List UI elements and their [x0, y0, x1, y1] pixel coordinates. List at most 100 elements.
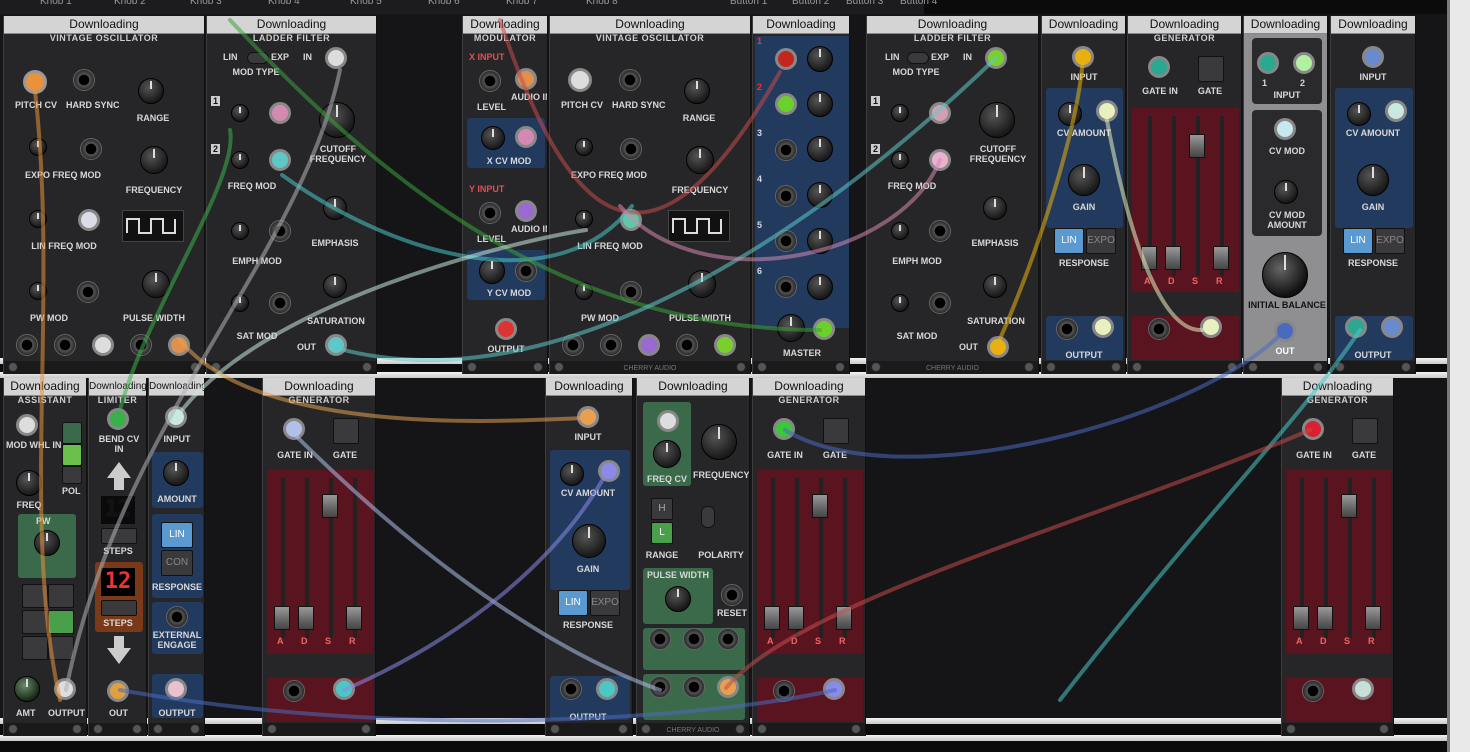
- hard-sync-jack[interactable]: [73, 69, 95, 91]
- sine-out-jack[interactable]: [676, 334, 698, 356]
- lin-fm-knob[interactable]: [575, 210, 593, 228]
- sat-mod-jack[interactable]: [929, 292, 951, 314]
- amount-knob[interactable]: [163, 460, 189, 486]
- pulse-width-knob[interactable]: [665, 586, 691, 612]
- limiter-out-jack[interactable]: [107, 680, 129, 702]
- crossfader-out-jack[interactable]: [1274, 320, 1296, 342]
- pol-button-1[interactable]: [62, 422, 82, 444]
- cutoff-knob[interactable]: [979, 102, 1015, 138]
- external-engage-jack[interactable]: [166, 606, 188, 628]
- expo-button[interactable]: EXPO: [1375, 228, 1405, 254]
- filter-out-jack[interactable]: [325, 334, 347, 356]
- pol-button-3[interactable]: [62, 466, 82, 484]
- pulse-width-knob[interactable]: [142, 270, 170, 298]
- wave-button-sh[interactable]: [48, 584, 74, 608]
- vca-input-jack[interactable]: [577, 406, 599, 428]
- attack-slider[interactable]: [764, 606, 780, 630]
- gate-button[interactable]: [1198, 56, 1224, 82]
- pitch-cv-jack[interactable]: [23, 70, 47, 94]
- ch1-level-knob[interactable]: [807, 46, 833, 72]
- frequency-knob[interactable]: [140, 146, 168, 174]
- audio-in-jack[interactable]: [985, 47, 1007, 69]
- toolbar-item[interactable]: Button 2: [792, 0, 829, 7]
- toolbar-item[interactable]: Knob 1: [40, 0, 72, 7]
- toolbar-item[interactable]: Knob 8: [586, 0, 618, 7]
- toolbar-item[interactable]: Knob 7: [506, 0, 538, 7]
- lin-fm-knob[interactable]: [29, 210, 47, 228]
- toolbar-item[interactable]: Knob 6: [428, 0, 460, 7]
- lfo-output-jack[interactable]: [54, 678, 76, 700]
- fm2-knob[interactable]: [891, 151, 909, 169]
- ch6-input-jack[interactable]: [775, 276, 797, 298]
- vca-input-jack[interactable]: [1362, 46, 1384, 68]
- emphasis-knob[interactable]: [323, 196, 347, 220]
- gate-in-jack[interactable]: [773, 418, 795, 440]
- fm1-jack[interactable]: [269, 102, 291, 124]
- freq-cv-knob[interactable]: [653, 440, 681, 468]
- gain-knob[interactable]: [572, 524, 606, 558]
- sustain-slider[interactable]: [1341, 494, 1357, 518]
- toolbar-item[interactable]: Button 1: [730, 0, 767, 7]
- gate-in-jack[interactable]: [1148, 56, 1170, 78]
- ch4-input-jack[interactable]: [775, 185, 797, 207]
- reset-jack[interactable]: [721, 584, 743, 606]
- square-out-jack[interactable]: [649, 628, 671, 650]
- freq-knob[interactable]: [16, 470, 42, 496]
- pw-mod-knob[interactable]: [29, 282, 47, 300]
- x-audio-in-jack[interactable]: [515, 68, 537, 90]
- range-high-button[interactable]: H: [651, 498, 673, 520]
- ch3-level-knob[interactable]: [807, 136, 833, 162]
- saw-out-jack[interactable]: [562, 334, 584, 356]
- emph-mod-jack[interactable]: [269, 220, 291, 242]
- toolbar-item[interactable]: Knob 3: [190, 0, 222, 7]
- cutoff-knob[interactable]: [319, 102, 355, 138]
- range-knob[interactable]: [684, 78, 710, 104]
- mod-whl-in-jack[interactable]: [16, 414, 38, 436]
- gate-button[interactable]: [333, 418, 359, 444]
- attack-slider[interactable]: [1293, 606, 1309, 630]
- ch5-input-jack[interactable]: [775, 230, 797, 252]
- bend-cv-in-jack[interactable]: [107, 408, 129, 430]
- lin-button[interactable]: LIN: [558, 590, 588, 616]
- initial-balance-knob[interactable]: [1262, 252, 1308, 298]
- input-2-jack[interactable]: [1293, 52, 1315, 74]
- env-inv-out-jack[interactable]: [1302, 680, 1324, 702]
- ramp-out-jack[interactable]: [683, 676, 705, 698]
- decay-slider[interactable]: [1165, 246, 1181, 270]
- pulse-width-knob[interactable]: [688, 270, 716, 298]
- mod-type-switch[interactable]: [907, 52, 929, 64]
- master-out-jack[interactable]: [813, 318, 835, 340]
- polarity-switch[interactable]: [701, 506, 715, 528]
- output-plus-jack[interactable]: [596, 678, 618, 700]
- env-inv-out-jack[interactable]: [283, 680, 305, 702]
- gate-button[interactable]: [1352, 418, 1378, 444]
- toolbar-item[interactable]: Knob 4: [268, 0, 300, 7]
- fm1-knob[interactable]: [891, 104, 909, 122]
- pulse-out-jack[interactable]: [92, 334, 114, 356]
- saturation-knob[interactable]: [323, 274, 347, 298]
- frequency-knob[interactable]: [686, 146, 714, 174]
- attack-slider[interactable]: [274, 606, 290, 630]
- x-cv-jack[interactable]: [515, 126, 537, 148]
- expo-button[interactable]: EXPO: [590, 590, 620, 616]
- tri-out-jack[interactable]: [717, 676, 739, 698]
- emph-mod-jack[interactable]: [929, 220, 951, 242]
- wave-button-saw[interactable]: [22, 636, 48, 660]
- lin-button[interactable]: LIN: [1054, 228, 1084, 254]
- cv-jack[interactable]: [1096, 100, 1118, 122]
- hard-sync-jack[interactable]: [619, 69, 641, 91]
- wave-button-ramp[interactable]: [48, 636, 74, 660]
- wave-button-square[interactable]: [22, 584, 48, 608]
- pw-mod-jack[interactable]: [77, 281, 99, 303]
- input-1-jack[interactable]: [1257, 52, 1279, 74]
- cv-mod-amount-knob[interactable]: [1274, 180, 1298, 204]
- emph-mod-knob[interactable]: [231, 222, 249, 240]
- saturation-knob[interactable]: [983, 274, 1007, 298]
- expo-fm-knob[interactable]: [575, 138, 593, 156]
- con-button[interactable]: CON: [161, 550, 193, 576]
- ch3-input-jack[interactable]: [775, 139, 797, 161]
- ch5-level-knob[interactable]: [807, 228, 833, 254]
- sine-out-jack[interactable]: [130, 334, 152, 356]
- wave-button-tri[interactable]: [22, 610, 48, 634]
- toolbar-item[interactable]: Button 4: [900, 0, 937, 7]
